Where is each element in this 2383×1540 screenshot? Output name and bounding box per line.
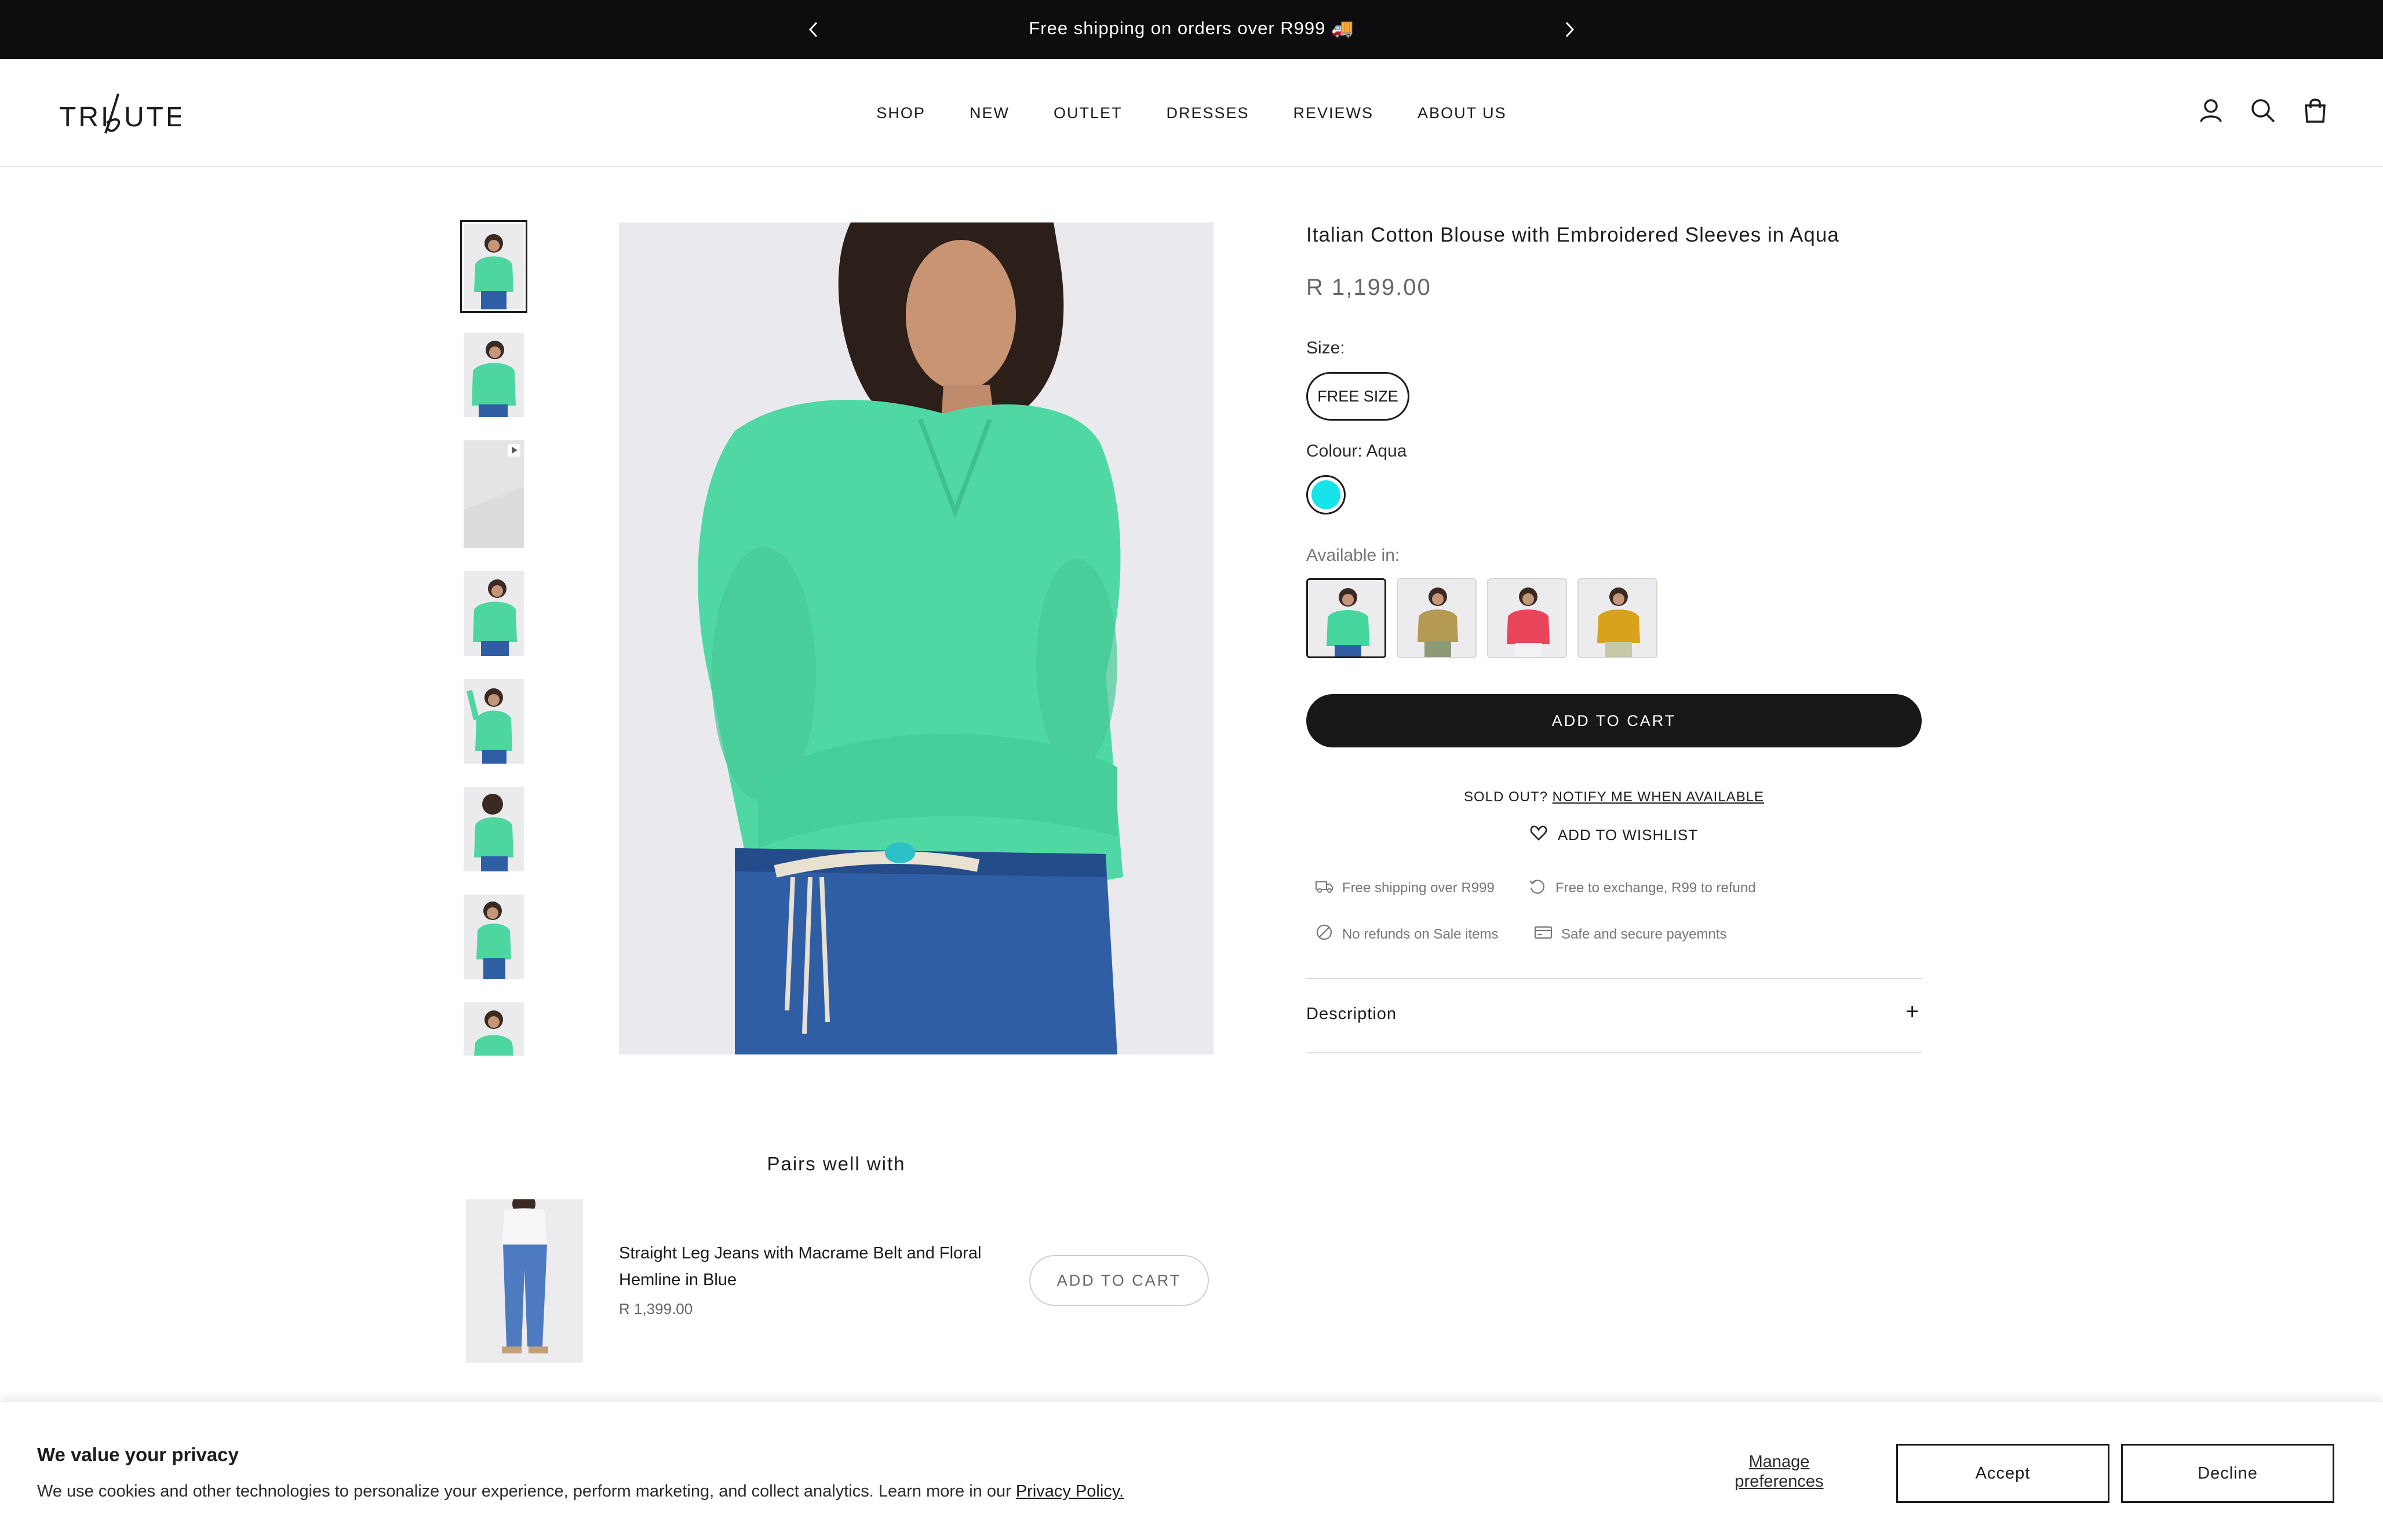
available-label: Available in: <box>1306 546 1400 565</box>
divider <box>1306 1052 1922 1053</box>
pairs-title: Pairs well with <box>767 1153 906 1174</box>
bag-icon[interactable] <box>2301 96 2330 125</box>
nav-item-outlet[interactable]: OUTLET <box>1054 104 1123 122</box>
nav-item-about-us[interactable]: ABOUT US <box>1418 104 1507 122</box>
colour-swatch-aqua[interactable] <box>1306 475 1346 514</box>
cookie-title: We value your privacy <box>37 1444 239 1465</box>
nav-item-dresses[interactable]: DRESSES <box>1166 104 1249 122</box>
divider <box>1306 978 1922 979</box>
account-icon[interactable] <box>2196 96 2225 125</box>
decline-button[interactable]: Decline <box>2121 1444 2334 1503</box>
feature-text: Free to exchange, R99 to refund <box>1555 880 1756 896</box>
pair-product-image[interactable] <box>466 1199 583 1363</box>
cookie-banner: We value your privacy We use cookies and… <box>0 1401 2383 1540</box>
truck-icon <box>1314 876 1334 900</box>
manage-preferences-link[interactable]: Manage preferences <box>1715 1452 1843 1491</box>
add-to-wishlist-button[interactable]: ADD TO WISHLIST <box>1306 825 1922 845</box>
feature-no-refunds: No refunds on Sale items <box>1314 922 1498 946</box>
nav-item-shop[interactable]: SHOP <box>876 104 925 122</box>
variant-thumbnail-olive[interactable] <box>1397 578 1477 658</box>
size-label: Size: <box>1306 338 1345 357</box>
gallery-thumbnail[interactable] <box>464 333 524 417</box>
size-option-free-size[interactable]: FREE SIZE <box>1306 372 1409 421</box>
product-price: R 1,199.00 <box>1306 275 1431 300</box>
return-icon <box>1528 876 1547 900</box>
sold-out-notice: SOLD OUT? NOTIFY ME WHEN AVAILABLE <box>1306 789 1922 805</box>
gallery-thumbnail[interactable] <box>464 679 524 764</box>
feature-text: Safe and secure payemnts <box>1561 926 1727 942</box>
cookie-text: We use cookies and other technologies to… <box>37 1482 1124 1501</box>
main-product-image[interactable] <box>619 222 1214 1054</box>
feature-text: Free shipping over R999 <box>1342 880 1495 896</box>
gallery-thumbnail[interactable] <box>464 1002 524 1056</box>
product-title: Italian Cotton Blouse with Embroidered S… <box>1306 224 1839 246</box>
notify-me-link[interactable]: NOTIFY ME WHEN AVAILABLE <box>1553 789 1764 805</box>
nav-item-new[interactable]: NEW <box>970 104 1010 122</box>
chevron-right-icon[interactable] <box>1558 17 1581 42</box>
description-toggle[interactable]: Description <box>1306 1005 1397 1024</box>
wishlist-label: ADD TO WISHLIST <box>1557 826 1699 844</box>
pair-product-name[interactable]: Straight Leg Jeans with Macrame Belt and… <box>619 1240 1025 1293</box>
gallery-thumbnail[interactable] <box>464 571 524 656</box>
site-header: TRI UTE SHOP NEW OUTLET DRESSES REVIEWS ABOUT… <box>0 59 2383 167</box>
gallery-thumbnail[interactable] <box>464 895 524 979</box>
main-nav: SHOP NEW OUTLET DRESSES REVIEWS ABOUT US <box>0 104 2383 122</box>
pair-product-price: R 1,399.00 <box>619 1300 693 1318</box>
sold-out-text: SOLD OUT? <box>1463 789 1548 805</box>
heart-icon <box>1530 825 1547 845</box>
variant-thumbnail-mustard[interactable] <box>1577 578 1657 658</box>
gallery-thumbnail[interactable] <box>460 220 527 313</box>
plus-icon[interactable]: + <box>1905 999 1919 1025</box>
variant-thumbnail-coral[interactable] <box>1487 578 1567 658</box>
feature-free-shipping: Free shipping over R999 <box>1314 876 1495 900</box>
colour-label: Colour: Aqua <box>1306 441 1407 461</box>
search-icon[interactable] <box>2249 96 2278 125</box>
add-to-cart-button[interactable]: ADD TO CART <box>1306 694 1922 747</box>
feature-secure-payments: Safe and secure payemnts <box>1533 922 1727 946</box>
cookie-body: We use cookies and other technologies to… <box>37 1482 1011 1501</box>
gallery-video-thumbnail[interactable] <box>464 440 524 548</box>
announcement-bar: Free shipping on orders over R999 🚚 <box>0 0 2383 59</box>
pair-add-to-cart-button[interactable]: ADD TO CART <box>1029 1255 1209 1306</box>
credit-card-icon <box>1533 922 1553 946</box>
swatch-fill <box>1311 480 1340 509</box>
announcement-text: Free shipping on orders over R999 🚚 <box>1029 18 1354 38</box>
variant-thumbnail-aqua[interactable] <box>1306 578 1386 658</box>
accept-button[interactable]: Accept <box>1896 1444 2109 1503</box>
privacy-policy-link[interactable]: Privacy Policy. <box>1016 1482 1124 1501</box>
play-icon <box>508 444 520 457</box>
feature-exchange: Free to exchange, R99 to refund <box>1528 876 1756 900</box>
gallery-thumbnail[interactable] <box>464 787 524 871</box>
nav-item-reviews[interactable]: REVIEWS <box>1293 104 1374 122</box>
prohibited-icon <box>1314 922 1334 946</box>
feature-text: No refunds on Sale items <box>1342 926 1499 942</box>
